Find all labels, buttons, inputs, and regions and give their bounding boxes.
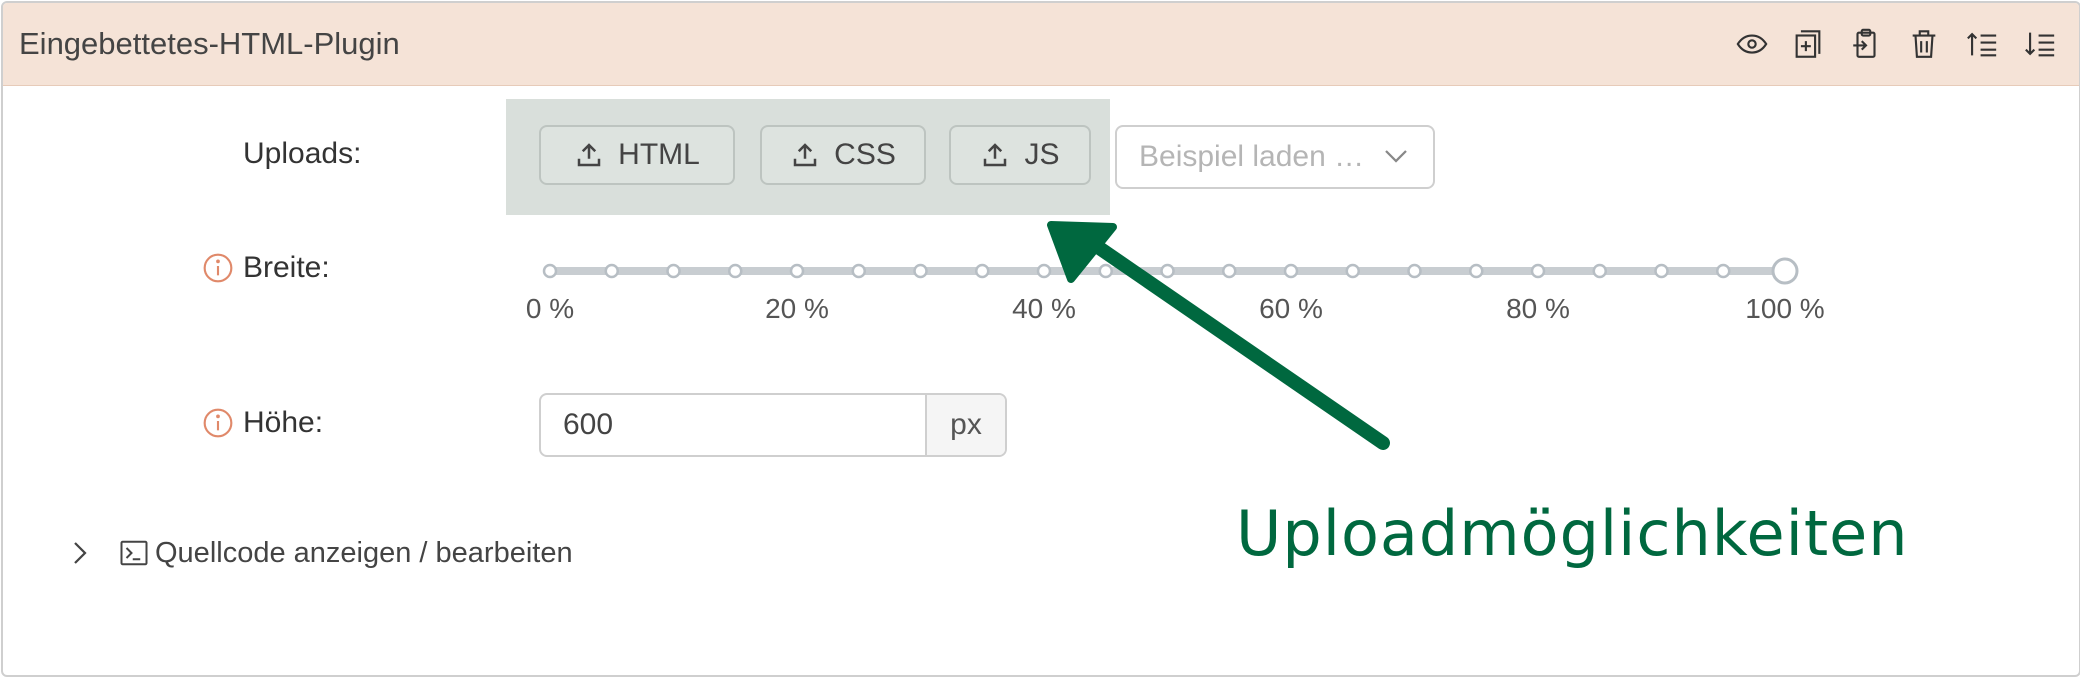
chevron-down-icon (1385, 150, 1407, 163)
slider-step-dot[interactable] (1654, 263, 1669, 279)
slider-step-dot[interactable] (542, 263, 558, 279)
slider-tick-label: 100 % (1745, 293, 1825, 324)
slider-step-dot[interactable] (851, 263, 866, 279)
slider-step-dot[interactable] (1407, 263, 1422, 279)
slider-step-dot[interactable] (666, 263, 681, 279)
uploads-label: Uploads: (243, 137, 362, 170)
slider-step-dot[interactable] (789, 263, 805, 279)
slider-tick-label: 20 % (765, 293, 829, 324)
slider-handle[interactable] (1771, 257, 1799, 285)
info-icon[interactable] (202, 252, 234, 284)
slider-step-dot[interactable] (913, 263, 928, 279)
slider-tick-label: 0 % (525, 293, 575, 324)
annotation-text: Uploadmöglichkeiten (1236, 497, 1909, 570)
slider-step-dot[interactable] (1530, 263, 1546, 279)
slider-step-dot[interactable] (604, 263, 619, 279)
slider-step-dot[interactable] (1469, 263, 1484, 279)
source-code-toggle-label: Quellcode anzeigen / bearbeiten (155, 536, 573, 569)
eye-icon[interactable] (1735, 27, 1769, 61)
move-up-icon[interactable] (1965, 27, 1999, 61)
annotation-arrow (1047, 221, 1390, 450)
example-select-placeholder: Beispiel laden … (1139, 140, 1365, 173)
trash-icon[interactable] (1907, 27, 1941, 61)
height-label: Höhe: (243, 406, 324, 439)
height-unit: px (925, 395, 1005, 455)
move-down-icon[interactable] (2023, 27, 2057, 61)
add-block-icon[interactable] (1791, 27, 1825, 61)
height-input[interactable] (541, 395, 929, 455)
upload-css-button[interactable]: CSS (760, 125, 926, 185)
height-input-group: px (539, 393, 1007, 457)
slider-step-dot[interactable] (1592, 263, 1607, 279)
upload-html-button[interactable]: HTML (539, 125, 735, 185)
upload-icon (793, 143, 817, 167)
upload-js-button[interactable]: JS (949, 125, 1091, 185)
paste-icon[interactable] (1849, 27, 1883, 61)
example-select[interactable]: Beispiel laden … (1115, 125, 1435, 189)
slider-step-dot[interactable] (975, 263, 990, 279)
panel-title: Eingebettetes-HTML-Plugin (19, 26, 400, 61)
plugin-panel: Eingebettetes-HTML-Plugin Uploads: HTML … (1, 1, 2080, 677)
width-label: Breite: (243, 251, 330, 284)
slider-tick-label: 80 % (1506, 293, 1570, 324)
slider-step-dot[interactable] (728, 263, 743, 279)
upload-icon (577, 143, 601, 167)
info-icon[interactable] (202, 407, 234, 439)
terminal-icon (120, 540, 148, 566)
source-code-toggle[interactable]: Quellcode anzeigen / bearbeiten (65, 533, 573, 573)
slider-step-dot[interactable] (1716, 263, 1731, 279)
chevron-right-icon (74, 542, 87, 564)
panel-header: Eingebettetes-HTML-Plugin (3, 3, 2079, 86)
upload-icon (984, 143, 1007, 167)
